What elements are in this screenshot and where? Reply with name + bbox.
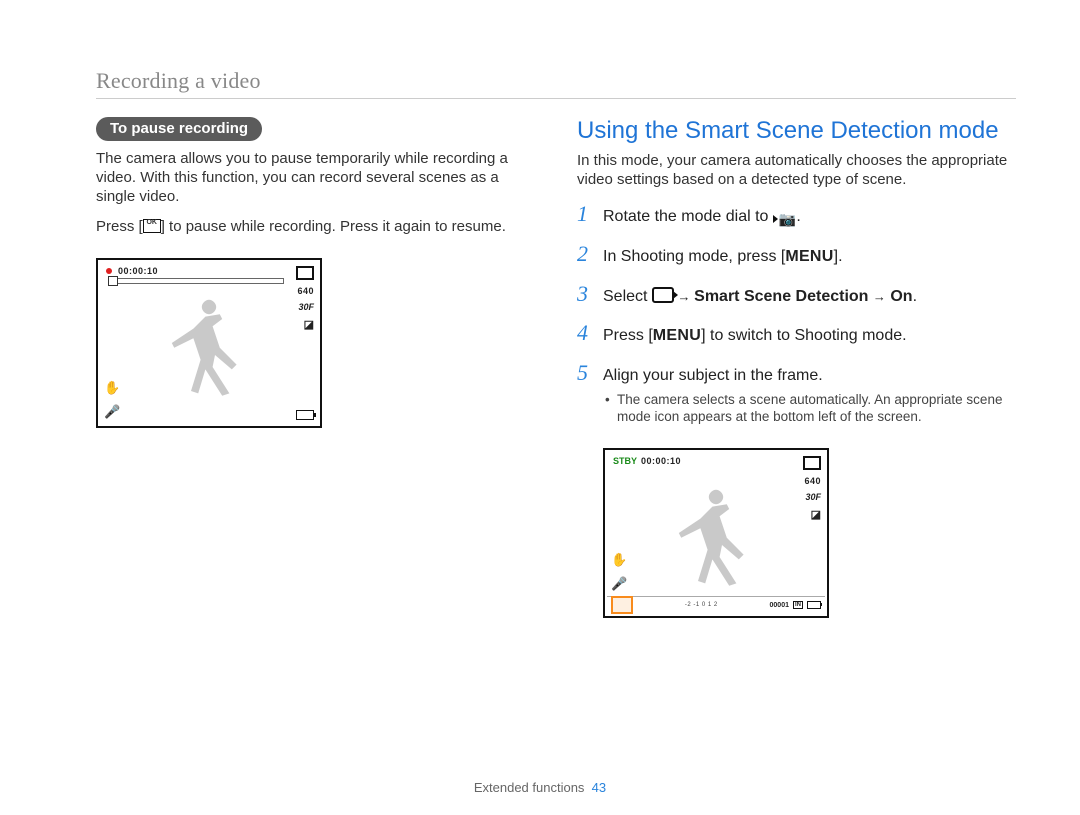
step-4-num: 4	[577, 318, 603, 348]
step-5-bullet: The camera selects a scene automatically…	[617, 391, 1016, 426]
lcd2-metering-icon: ◪	[811, 508, 821, 521]
rec-dot-icon	[106, 268, 112, 274]
step-4: 4 Press [MENU] to switch to Shooting mod…	[577, 318, 1016, 348]
step-5: 5 Align your subject in the frame. The c…	[577, 358, 1016, 426]
page-footer: Extended functions 43	[0, 780, 1080, 795]
movie-menu-icon	[652, 287, 674, 303]
lcd1-stabilizer-icon: ✋	[104, 380, 120, 396]
step-3-pre: Select	[603, 288, 652, 305]
footer-label: Extended functions	[474, 780, 585, 795]
step-3: 3 Select → Smart Scene Detection → On.	[577, 279, 1016, 309]
arrow-icon-2: →	[873, 289, 886, 304]
lcd1-fps: 30F	[298, 302, 314, 312]
step-2-num: 2	[577, 239, 603, 269]
lcd2-aspect-icon	[803, 456, 821, 470]
lcd2-battery-icon	[807, 601, 821, 609]
lcd1-subject-silhouette	[149, 288, 269, 408]
lcd1-battery-icon	[296, 410, 314, 420]
smart-scene-steps: 1 Rotate the mode dial to 📷. 2 In Shooti…	[577, 199, 1016, 425]
lcd1-progress-bar	[108, 278, 284, 284]
pause-para2-post: ] to pause while recording. Press it aga…	[161, 218, 506, 235]
lcd1-aspect-icon	[296, 266, 314, 280]
smart-scene-intro: In this mode, your camera automatically …	[577, 151, 1016, 189]
step-4-pre: Press [	[603, 327, 653, 344]
step-1-pre: Rotate the mode dial to	[603, 208, 773, 225]
left-column: To pause recording The camera allows you…	[96, 117, 535, 618]
step-5-text: Align your subject in the frame.	[603, 367, 823, 384]
page-number: 43	[592, 780, 606, 795]
smart-scene-badge-icon	[611, 596, 633, 614]
lcd2-ev-scale: -2 -1 0 1 2	[685, 603, 718, 608]
lcd2-fps: 30F	[805, 492, 821, 502]
lcd-smartscene-preview: STBY 00:00:10 640 30F ◪ ✋ 🎤	[603, 448, 829, 618]
step-1: 1 Rotate the mode dial to 📷.	[577, 199, 1016, 229]
step-3-mid: Smart Scene Detection	[694, 288, 873, 305]
right-column: Using the Smart Scene Detection mode In …	[577, 117, 1016, 618]
lcd1-mic-icon: 🎤	[104, 404, 120, 420]
pause-paragraph-2: Press [ ] to pause while recording. Press…	[96, 217, 535, 236]
section-title: Recording a video	[96, 68, 1016, 94]
lcd2-stabilizer-icon: ✋	[611, 552, 627, 568]
rule	[96, 98, 1016, 99]
pause-pill: To pause recording	[96, 117, 262, 141]
lcd1-timecode: 00:00:10	[118, 266, 158, 276]
step-2-post: ].	[834, 248, 843, 265]
ok-pause-icon	[143, 219, 161, 233]
step-1-post: .	[796, 208, 800, 225]
lcd2-mic-icon: 🎤	[611, 576, 627, 592]
menu-key-1: MENU	[785, 248, 833, 265]
step-1-num: 1	[577, 199, 603, 229]
step-4-post: ] to switch to Shooting mode.	[701, 327, 906, 344]
lcd2-stby: STBY	[613, 456, 637, 466]
lcd1-res: 640	[297, 286, 314, 296]
step-3-post: .	[913, 288, 917, 305]
menu-key-2: MENU	[653, 327, 701, 344]
pause-para2-pre: Press [	[96, 218, 143, 235]
step-5-num: 5	[577, 358, 603, 388]
lcd1-progress-thumb	[108, 276, 118, 286]
lcd2-footer-strip: -2 -1 0 1 2 00001 IN	[607, 596, 825, 614]
smart-scene-heading: Using the Smart Scene Detection mode	[577, 117, 1016, 145]
lcd2-res: 640	[804, 476, 821, 486]
lcd2-storage-in: IN	[793, 601, 803, 609]
pause-paragraph-1: The camera allows you to pause temporari…	[96, 149, 535, 207]
step-2: 2 In Shooting mode, press [MENU].	[577, 239, 1016, 269]
step-3-on: On	[886, 288, 913, 305]
lcd2-timecode: 00:00:10	[641, 456, 681, 466]
video-mode-dial-icon: 📷	[773, 210, 796, 229]
lcd2-subject-silhouette	[656, 478, 776, 598]
lcd1-metering-icon: ◪	[304, 318, 314, 331]
lcd-recording-preview: 00:00:10 640 30F ◪ ✋ 🎤	[96, 258, 322, 428]
step-3-num: 3	[577, 279, 603, 309]
lcd2-counter: 00001	[770, 602, 789, 609]
step-2-pre: In Shooting mode, press [	[603, 248, 785, 265]
